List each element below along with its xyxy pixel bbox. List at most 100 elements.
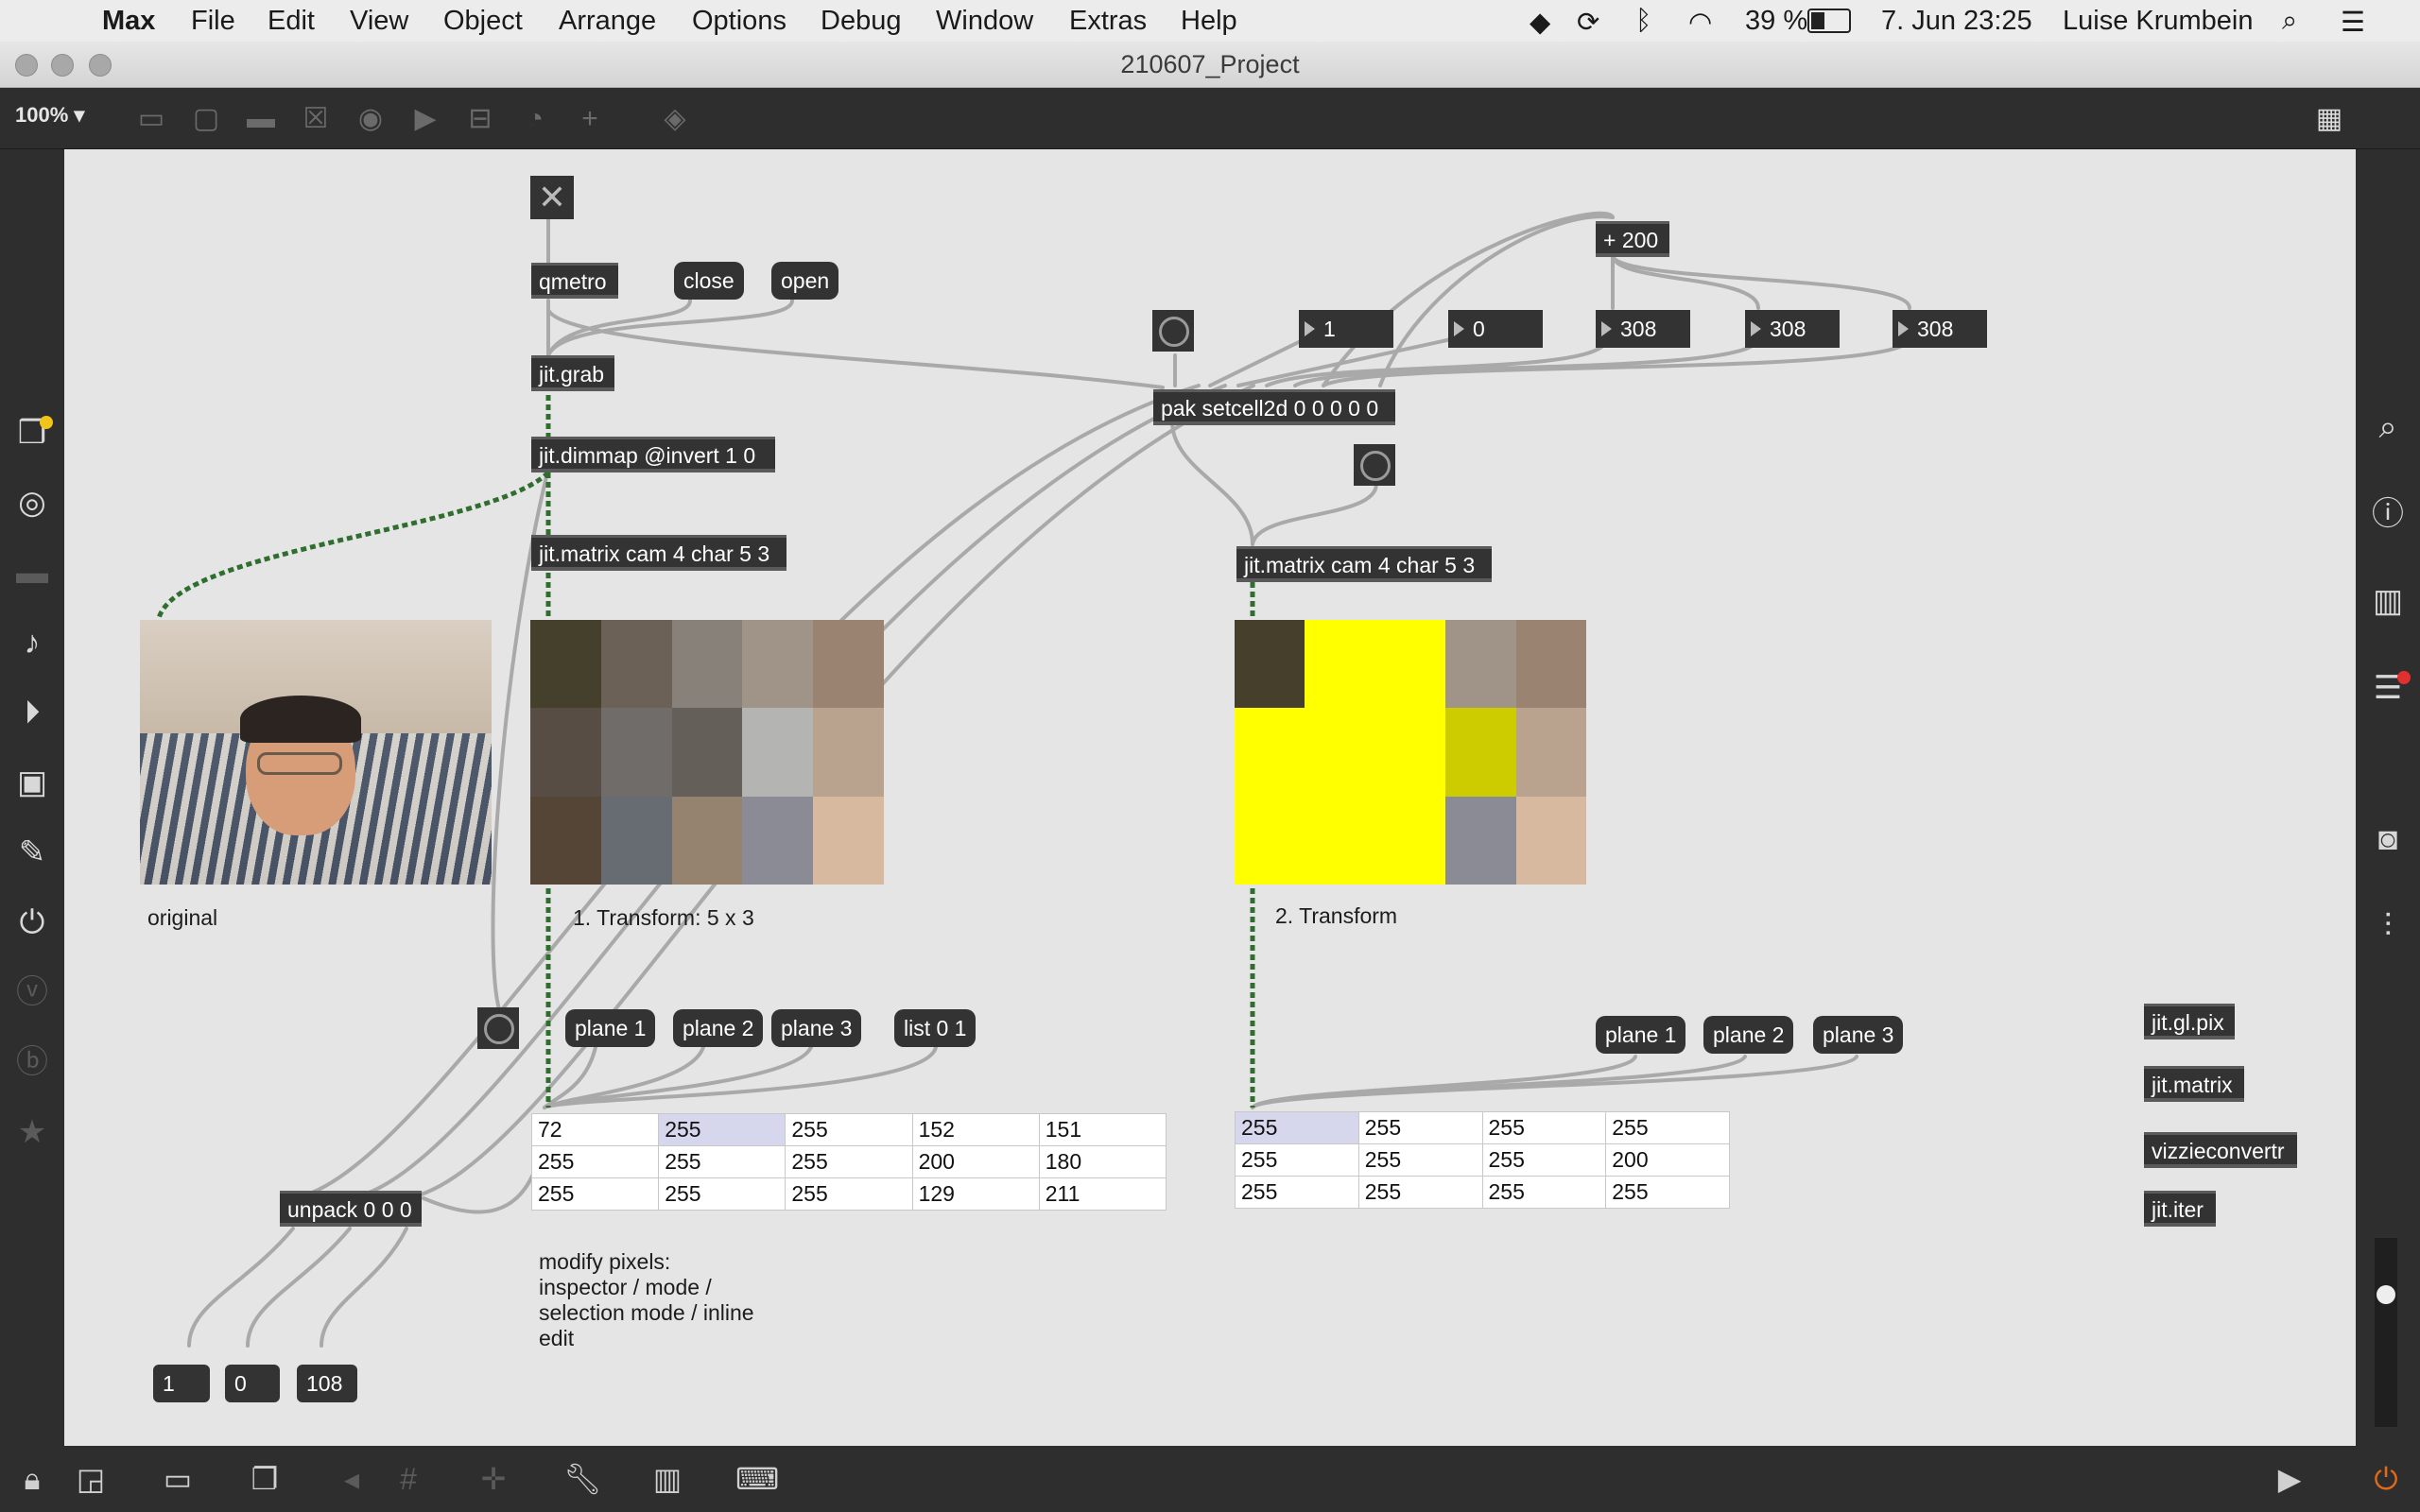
table-cell[interactable]: 200 — [911, 1145, 1040, 1178]
plane2-message-left[interactable]: plane 2 — [673, 1009, 764, 1047]
qmetro-object[interactable]: qmetro — [531, 263, 618, 299]
presentation-mode-icon[interactable]: ◲ — [72, 1460, 110, 1498]
pixel-cell — [671, 708, 743, 797]
jit-matrix-object-1[interactable]: jit.matrix cam 4 char 5 3 — [531, 535, 786, 571]
number-box-0[interactable]: 0 — [1448, 310, 1543, 348]
pixel-cell — [1445, 796, 1516, 885]
number-output-108[interactable]: 108 — [297, 1365, 357, 1402]
open-message[interactable]: open — [771, 262, 839, 300]
table-cell[interactable]: 129 — [911, 1177, 1040, 1211]
number-box-1[interactable]: 1 — [1299, 310, 1393, 348]
table-row: 255 255 255 129 211 — [530, 1177, 1167, 1211]
table-cell[interactable]: 152 — [911, 1113, 1040, 1146]
cord-pak-plus-2 — [1322, 211, 1615, 387]
toggle[interactable]: ✕ — [530, 176, 574, 219]
grid-icon[interactable]: # — [389, 1460, 427, 1498]
table-cell[interactable]: 255 — [785, 1113, 913, 1146]
cord-plus-num-b — [1611, 253, 1760, 310]
number-box-308-b[interactable]: 308 — [1745, 310, 1840, 348]
table-cell[interactable]: 255 — [1481, 1176, 1607, 1209]
lock-icon[interactable]: 🔒︎ — [13, 1460, 51, 1498]
pixel-cell — [1374, 708, 1446, 797]
pixel-cell — [671, 796, 743, 885]
pixel-cell — [1235, 708, 1305, 797]
table-cell[interactable]: 255 — [530, 1177, 660, 1211]
audio-power-icon[interactable]: ⏻ — [2367, 1460, 2405, 1498]
table-cell[interactable]: 211 — [1038, 1177, 1167, 1211]
table-cell[interactable]: 72 — [530, 1113, 660, 1146]
plane1-message-right[interactable]: plane 1 — [1596, 1016, 1686, 1054]
bang-button-top[interactable] — [1152, 310, 1194, 352]
table-cell[interactable]: 255 — [658, 1177, 786, 1211]
hair-image — [240, 696, 361, 743]
wrench-icon[interactable]: 🔧︎ — [563, 1460, 602, 1498]
table-row: 255 255 255 255 — [1235, 1176, 1730, 1209]
play-transport-icon[interactable]: ▶ — [2271, 1460, 2308, 1498]
plane1-message-left[interactable]: plane 1 — [565, 1009, 656, 1047]
table-cell[interactable]: 255 — [1235, 1176, 1359, 1209]
pixel-cell — [1235, 796, 1305, 885]
jit-iter-object[interactable]: jit.iter — [2144, 1191, 2216, 1227]
jit-matrix-object-2[interactable]: jit.matrix cam 4 char 5 3 — [1236, 546, 1492, 582]
snap-icon[interactable]: ✛ — [475, 1460, 512, 1498]
original-video-pwindow[interactable] — [140, 620, 492, 885]
layers-icon[interactable]: ❐ — [246, 1460, 284, 1498]
number-output-0[interactable]: 0 — [225, 1365, 280, 1402]
pixel-cell — [530, 620, 601, 709]
table-cell[interactable]: 200 — [1605, 1143, 1730, 1177]
presentation-screen-icon[interactable]: ▭ — [159, 1460, 197, 1498]
table-cell[interactable]: 255 — [785, 1145, 913, 1178]
bang-button-matrix2[interactable] — [1354, 444, 1395, 486]
cord-pak-plus — [1378, 215, 1615, 387]
jit-cellblock-1[interactable]: 72 255 255 152 151 255 255 255 200 180 255 255 255 12… — [530, 1113, 1167, 1211]
table-cell[interactable]: 255 — [1235, 1143, 1359, 1177]
table-cell[interactable]: 151 — [1038, 1113, 1167, 1146]
pixel-cell — [1305, 620, 1375, 709]
table-cell[interactable]: 255 — [1357, 1111, 1483, 1144]
number-box-308-a[interactable]: 308 — [1596, 310, 1690, 348]
table-cell[interactable]: 255 — [1605, 1176, 1730, 1209]
table-cell[interactable]: 255 — [1481, 1111, 1607, 1144]
table-cell[interactable]: 255 — [658, 1113, 786, 1146]
pixel-cell — [600, 796, 672, 885]
table-row: 72 255 255 152 151 — [530, 1113, 1167, 1146]
unpack-object[interactable]: unpack 0 0 0 — [280, 1191, 422, 1227]
jit-dimmap-object[interactable]: jit.dimmap @invert 1 0 — [531, 437, 775, 472]
label-transform-1: 1. Transform: 5 x 3 — [573, 905, 754, 930]
keyboard-icon[interactable]: ⌨ — [735, 1460, 779, 1498]
plane3-message-right[interactable]: plane 3 — [1813, 1016, 1904, 1054]
table-cell[interactable]: 255 — [1357, 1176, 1483, 1209]
vizzieconvertr-object[interactable]: vizzieconvertr — [2144, 1132, 2297, 1168]
mute-icon[interactable]: ◂ — [333, 1460, 371, 1498]
number-box-308-c[interactable]: 308 — [1893, 310, 1987, 348]
pwindow-transform-2[interactable] — [1235, 620, 1586, 885]
table-cell[interactable]: 255 — [530, 1145, 660, 1178]
pwindow-transform-1[interactable] — [530, 620, 884, 885]
jit-gl-pix-object[interactable]: jit.gl.pix — [2144, 1004, 2235, 1040]
table-cell[interactable]: 255 — [1235, 1111, 1359, 1144]
table-row: 255 255 255 200 — [1235, 1143, 1730, 1177]
table-cell[interactable]: 180 — [1038, 1145, 1167, 1178]
plane3-message-left[interactable]: plane 3 — [771, 1009, 862, 1047]
pixel-cell — [1374, 620, 1446, 709]
table-cell[interactable]: 255 — [1605, 1111, 1730, 1144]
pixel-cell — [1445, 620, 1516, 709]
cord-unpack-num0 — [246, 1227, 352, 1348]
pixel-cell — [742, 620, 814, 709]
table-cell[interactable]: 255 — [785, 1177, 913, 1211]
jit-matrix-object-side[interactable]: jit.matrix — [2144, 1066, 2244, 1102]
jit-cellblock-2[interactable]: 255 255 255 255 255 255 255 200 255 255 255 255 — [1235, 1111, 1730, 1209]
bang-button-bottom[interactable] — [477, 1007, 519, 1049]
plane2-message-right[interactable]: plane 2 — [1703, 1016, 1794, 1054]
table-cell[interactable]: 255 — [1357, 1143, 1483, 1177]
table-cell[interactable]: 255 — [658, 1145, 786, 1178]
piano-keys-icon[interactable]: ▥ — [648, 1460, 686, 1498]
plus-200-object[interactable]: + 200 — [1596, 221, 1669, 257]
pixel-cell — [530, 708, 601, 797]
list-message[interactable]: list 0 1 — [894, 1009, 977, 1047]
number-output-1[interactable]: 1 — [153, 1365, 210, 1402]
jit-grab-object[interactable]: jit.grab — [531, 355, 614, 391]
table-cell[interactable]: 255 — [1481, 1143, 1607, 1177]
pak-setcell2d-object[interactable]: pak setcell2d 0 0 0 0 0 — [1153, 389, 1395, 425]
close-message[interactable]: close — [674, 262, 744, 300]
